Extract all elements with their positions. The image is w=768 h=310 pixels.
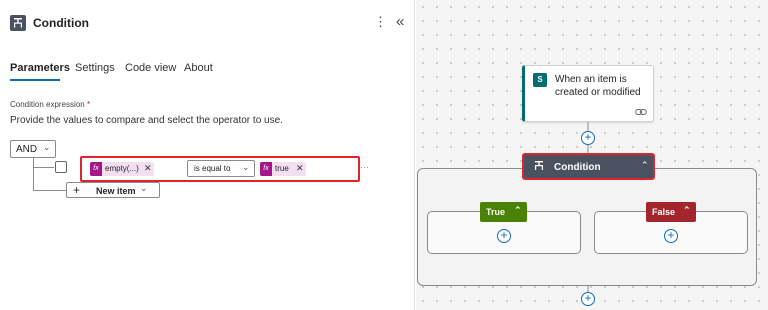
more-options-icon[interactable]: ⋮	[374, 14, 387, 30]
row-select-checkbox[interactable]	[55, 161, 67, 173]
panel-title: Condition	[33, 16, 89, 30]
chevron-up-icon: ⌃	[683, 205, 691, 215]
left-value-token[interactable]: fx empty(...) ✕	[90, 162, 154, 176]
fx-icon: fx	[260, 162, 272, 176]
new-item-button[interactable]: + New item ⌄	[66, 182, 160, 198]
group-operator-value: AND	[16, 144, 38, 155]
chevron-down-icon: ⌄	[140, 183, 148, 193]
chevron-up-icon[interactable]: ⌃	[641, 160, 649, 171]
false-branch-label: False	[652, 207, 676, 217]
true-branch-pill[interactable]: True ⌃	[480, 202, 527, 222]
row-more-options-icon[interactable]: ···	[360, 162, 369, 172]
tab-parameters[interactable]: Parameters	[10, 62, 70, 74]
panel-header: Condition ⋮ «	[0, 0, 415, 46]
flow-canvas[interactable]: S When an item is created or modified +	[416, 0, 768, 310]
remove-token-icon[interactable]: ✕	[296, 163, 304, 174]
active-tab-indicator	[10, 79, 60, 81]
tab-code-view[interactable]: Code view	[125, 62, 176, 74]
chevron-down-icon: ⌄	[43, 142, 51, 152]
right-value-token[interactable]: fx true ✕	[260, 162, 306, 176]
condition-expression-label-text: Condition expression	[10, 100, 85, 109]
condition-expression-label: Condition expression *	[10, 100, 90, 109]
add-action-button[interactable]: +	[581, 131, 595, 145]
condition-icon	[10, 15, 26, 31]
condition-description: Provide the values to compare and select…	[10, 115, 283, 126]
operator-value: is equal to	[194, 164, 231, 173]
collapse-panel-icon[interactable]: «	[396, 13, 404, 30]
plus-icon: +	[73, 183, 81, 197]
right-value-text: true	[275, 164, 289, 173]
tree-connector	[33, 190, 66, 191]
condition-node[interactable]: Condition ⌃	[522, 153, 655, 180]
false-branch-pill[interactable]: False ⌃	[646, 202, 696, 222]
tree-connector	[33, 167, 54, 168]
true-branch-label: True	[486, 207, 506, 217]
condition-row-inner: fx empty(...) ✕ is equal to ⌄ fx true ✕	[86, 160, 354, 177]
tree-connector	[33, 158, 34, 191]
group-operator-select[interactable]: AND ⌄	[10, 140, 56, 158]
add-action-after-button[interactable]: +	[581, 292, 595, 306]
tab-settings[interactable]: Settings	[75, 62, 115, 74]
add-action-true-button[interactable]: +	[497, 229, 511, 243]
condition-panel: Condition ⋮ « Parameters Settings Code v…	[0, 0, 415, 310]
condition-icon	[533, 160, 545, 175]
remove-token-icon[interactable]: ✕	[144, 163, 152, 174]
left-value-text: empty(...)	[105, 164, 139, 173]
required-mark: *	[86, 100, 91, 109]
operator-select[interactable]: is equal to ⌄	[187, 160, 255, 177]
condition-row: fx empty(...) ✕ is equal to ⌄ fx true ✕	[80, 156, 360, 182]
add-action-false-button[interactable]: +	[664, 229, 678, 243]
chevron-down-icon: ⌄	[242, 162, 250, 172]
chevron-up-icon: ⌃	[514, 205, 522, 215]
fx-icon: fx	[90, 162, 102, 176]
condition-node-label: Condition	[554, 162, 601, 173]
tab-about[interactable]: About	[184, 62, 213, 74]
new-item-label: New item	[96, 186, 136, 196]
